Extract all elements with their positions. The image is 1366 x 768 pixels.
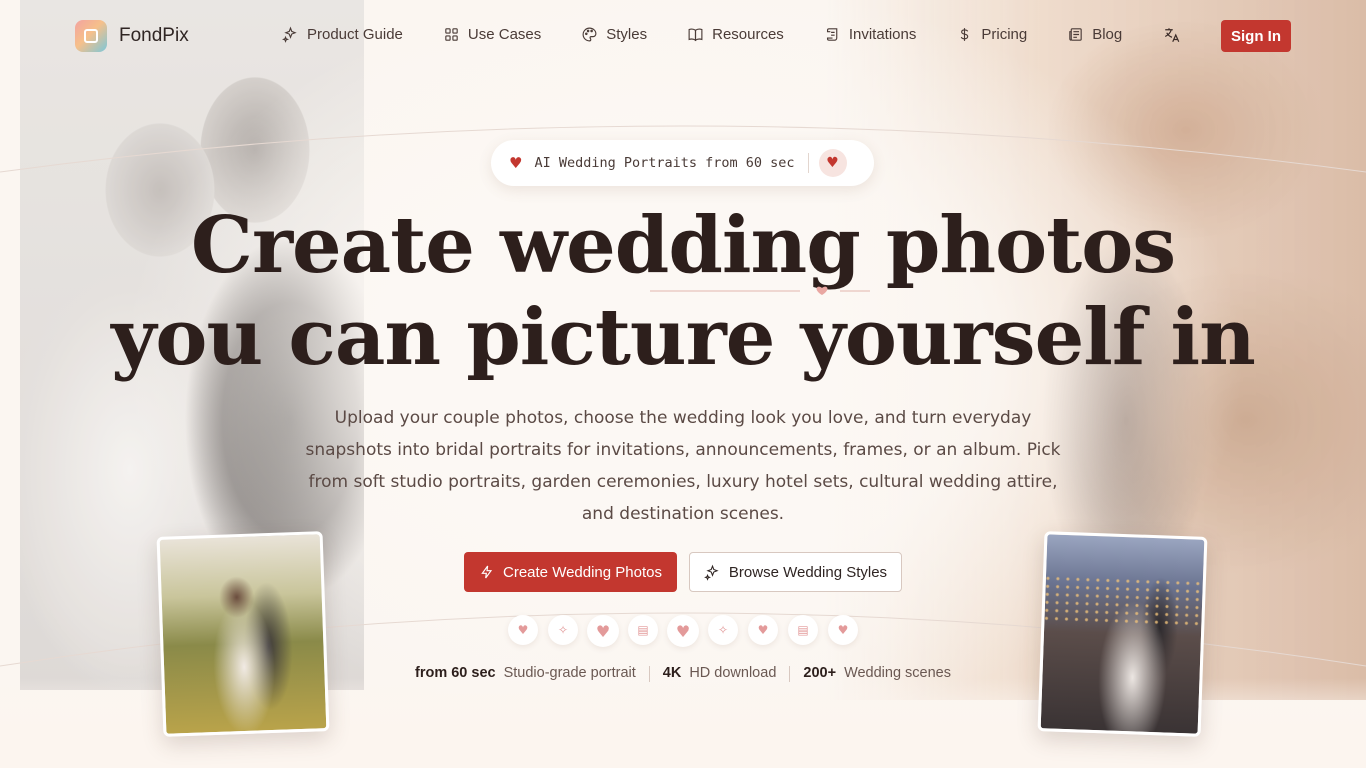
sparkles-icon bbox=[282, 26, 297, 43]
brand-name: FondPix bbox=[119, 25, 189, 46]
stat-item: 200+ Wedding scenes bbox=[790, 664, 964, 682]
hero-headline-line-2: you can picture yourself in bbox=[111, 292, 1256, 383]
sparkles-icon: ✧ bbox=[548, 615, 578, 645]
sign-in-button[interactable]: Sign In bbox=[1221, 20, 1291, 52]
stat-item: from 60 sec Studio-grade portrait bbox=[402, 664, 649, 682]
nav-item-invitations[interactable]: Invitations bbox=[824, 26, 917, 43]
dollar-icon bbox=[961, 28, 969, 41]
heart-icon: ♥ bbox=[509, 154, 523, 172]
cta-label: Browse Wedding Styles bbox=[728, 563, 888, 581]
stat-label: Wedding scenes bbox=[844, 665, 951, 681]
nav-item-label: Use Cases bbox=[467, 26, 542, 43]
nav-item-resources[interactable]: Resources bbox=[687, 26, 784, 43]
bolt-icon bbox=[481, 565, 493, 579]
scroll-icon: ▤ bbox=[628, 615, 658, 645]
heart-icon: ♥ bbox=[748, 615, 778, 645]
nav-item-label: Styles bbox=[606, 26, 648, 43]
heart-icon: ♥ bbox=[587, 615, 619, 647]
sparkles-icon bbox=[704, 564, 719, 581]
palette-icon bbox=[582, 27, 597, 42]
stat-value: 200+ bbox=[803, 665, 837, 681]
logo-icon bbox=[75, 20, 107, 52]
headline-heart-underline bbox=[650, 286, 870, 295]
language-switcher[interactable] bbox=[1163, 26, 1183, 46]
brand-logo[interactable]: FondPix bbox=[75, 20, 189, 52]
main-nav: Product Guide Use Cases Styles Resources… bbox=[282, 26, 1162, 43]
heart-icon: ♥ bbox=[508, 615, 538, 645]
heart-icon: ♥ bbox=[818, 149, 847, 177]
cta-label: Create Wedding Photos bbox=[503, 563, 662, 581]
browse-wedding-styles-button[interactable]: Browse Wedding Styles bbox=[689, 552, 902, 592]
hero-subtitle: Upload your couple photos, choose the we… bbox=[305, 408, 1061, 524]
hero-badge-text: AI Wedding Portraits from 60 sec bbox=[534, 155, 795, 171]
nav-item-label: Product Guide bbox=[307, 26, 403, 43]
hero-headline-line-1: Create wedding photos bbox=[190, 200, 1176, 291]
stat-item: 4K HD download bbox=[650, 664, 790, 682]
decorative-icon-row: ♥ ✧ ♥ ▤ ♥ ✧ ♥ ▤ ♥ bbox=[508, 615, 858, 647]
sparkles-icon: ✧ bbox=[708, 615, 738, 645]
stat-label: HD download bbox=[689, 665, 777, 681]
nav-item-pricing[interactable]: Pricing bbox=[956, 26, 1027, 43]
heart-icon: ♥ bbox=[667, 615, 699, 647]
hero-badge: ♥ AI Wedding Portraits from 60 sec ♥ bbox=[491, 140, 874, 186]
site-header: FondPix Product Guide Use Cases Styles R… bbox=[0, 0, 1366, 72]
stat-value: from 60 sec bbox=[414, 665, 496, 681]
scroll-icon: ▤ bbox=[788, 615, 818, 645]
sample-wedding-photo-vineyard bbox=[156, 531, 330, 737]
heart-icon: ♥ bbox=[828, 615, 858, 645]
stat-label: Studio-grade portrait bbox=[503, 665, 636, 681]
newspaper-icon bbox=[1069, 28, 1082, 41]
nav-item-styles[interactable]: Styles bbox=[581, 26, 647, 43]
book-icon bbox=[688, 28, 703, 42]
nav-item-label: Resources bbox=[712, 26, 784, 43]
sample-wedding-photo-city-night bbox=[1037, 531, 1208, 737]
scroll-icon bbox=[826, 28, 838, 41]
nav-item-label: Blog bbox=[1092, 26, 1123, 43]
nav-item-product-guide[interactable]: Product Guide bbox=[282, 26, 403, 43]
nav-item-blog[interactable]: Blog bbox=[1067, 26, 1122, 43]
stat-value: 4K bbox=[662, 665, 682, 681]
grid-icon bbox=[445, 28, 458, 41]
translate-icon bbox=[1164, 28, 1180, 42]
nav-item-label: Invitations bbox=[848, 26, 917, 43]
nav-item-label: Pricing bbox=[981, 26, 1028, 43]
create-wedding-photos-button[interactable]: Create Wedding Photos bbox=[464, 552, 677, 592]
nav-item-use-cases[interactable]: Use Cases bbox=[443, 26, 541, 43]
